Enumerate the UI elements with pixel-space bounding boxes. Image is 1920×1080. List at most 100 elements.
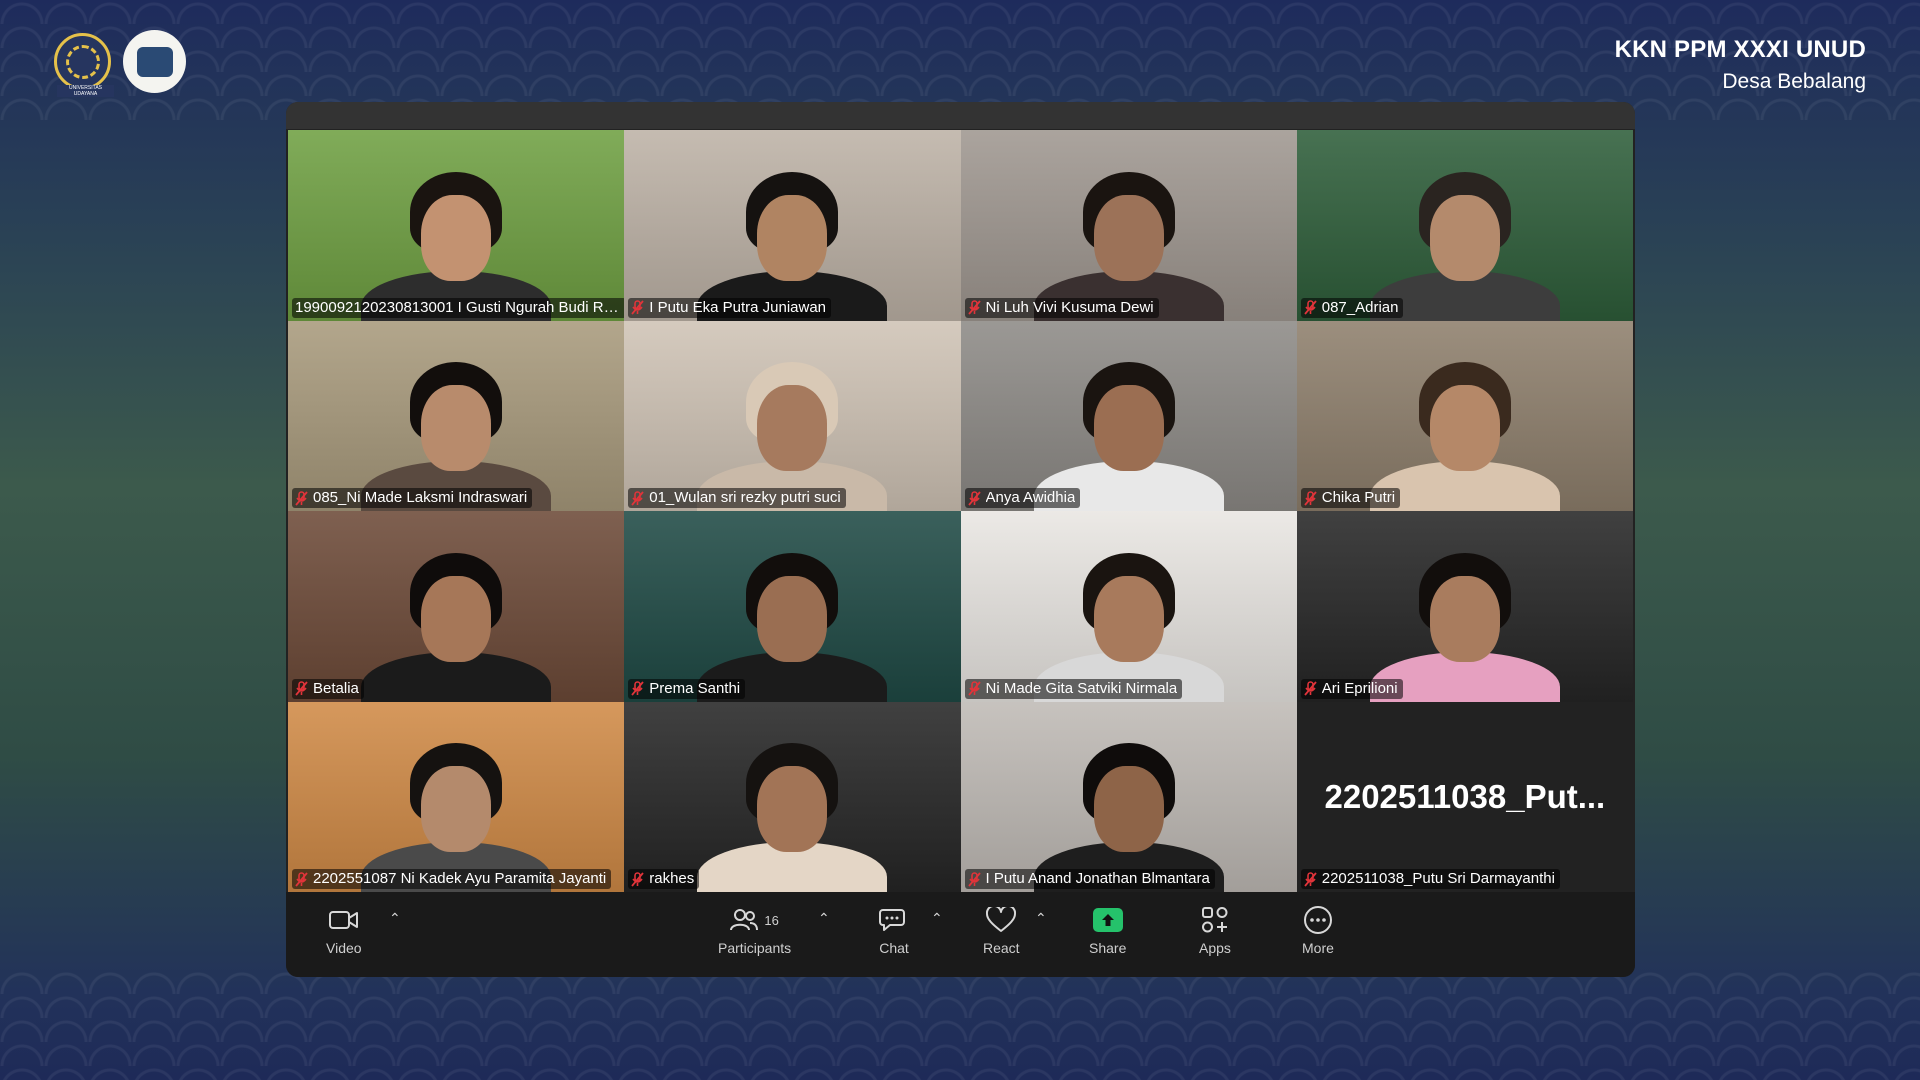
participant-name-label: 199009212023081300​1 I Gusti Ngurah Budi… xyxy=(292,297,625,318)
participant-tile[interactable]: 087_Adrian xyxy=(1296,130,1633,321)
participant-face xyxy=(1093,385,1164,472)
meeting-toolbar: Video ⌃ 16 Participants ⌃ Chat ⌃ React ⌃ xyxy=(286,892,1635,977)
apps-icon xyxy=(1201,907,1228,933)
participant-video xyxy=(1296,511,1633,702)
participant-video xyxy=(288,511,625,702)
participant-name-label: 01_Wulan sri rezky putri suci xyxy=(628,488,846,508)
react-options-chevron-up-icon[interactable]: ⌃ xyxy=(1035,910,1047,927)
participant-video xyxy=(624,130,961,321)
participant-video xyxy=(288,701,625,892)
react-button[interactable]: React xyxy=(983,902,1020,956)
participant-name-label: rakhes xyxy=(628,869,700,889)
chat-icon xyxy=(879,909,905,931)
participants-button[interactable]: 16 Participants xyxy=(718,902,791,956)
participant-tile[interactable]: rakhes xyxy=(624,701,961,892)
participant-name: 085_Ni Made Laksmi Indraswari xyxy=(313,489,528,506)
participant-name: I Putu Anand Jonathan Blmantara xyxy=(985,870,1210,887)
participant-face xyxy=(757,575,828,662)
participant-tile[interactable]: 085_Ni Made Laksmi Indraswari xyxy=(288,320,625,511)
participants-count: 16 xyxy=(764,912,779,928)
chat-button-label: Chat xyxy=(879,940,909,956)
university-logo: UNIVERSITAS UDAYANA xyxy=(54,33,114,97)
participant-tile[interactable]: Ni Made Gita Satviki Nirmala xyxy=(960,511,1297,702)
participant-face xyxy=(1429,385,1500,472)
participant-name: I Putu Eka Putra Juniawan xyxy=(649,298,827,316)
participant-face xyxy=(757,766,828,853)
participant-face xyxy=(1093,766,1164,853)
video-options-chevron-up-icon[interactable]: ⌃ xyxy=(389,910,401,927)
participant-tile[interactable]: Ni Luh Vivi Kusuma Dewi xyxy=(960,130,1297,321)
participant-face xyxy=(421,766,492,853)
video-camera-icon xyxy=(328,911,358,929)
participant-name-label: Ni Made Gita Satviki Nirmala xyxy=(964,678,1183,699)
participant-tile[interactable]: 01_Wulan sri rezky putri suci xyxy=(624,320,961,511)
muted-microphone-icon xyxy=(967,300,981,315)
window-title-bar xyxy=(286,102,1635,129)
participant-name-label: Ni Luh Vivi Kusuma Dewi xyxy=(964,297,1159,318)
participant-video xyxy=(960,130,1297,321)
muted-microphone-icon xyxy=(967,681,981,696)
participant-video xyxy=(288,130,625,321)
participant-tile[interactable]: Chika Putri xyxy=(1296,320,1633,511)
muted-microphone-icon xyxy=(631,871,644,887)
participant-name: 199009212023081300​1 I Gusti Ngurah Budi… xyxy=(295,298,622,316)
participant-tile[interactable]: I Putu Anand Jonathan Blmantara xyxy=(960,701,1297,892)
background-pattern-bottom xyxy=(0,970,1920,1080)
village-emblem-icon xyxy=(136,46,173,77)
participant-name: 2202551087 Ni Kadek Ayu Paramita Jayanti xyxy=(313,870,607,887)
participant-tile[interactable]: Ari Eprilioni xyxy=(1296,511,1633,702)
participants-icon xyxy=(730,909,759,931)
chat-button[interactable]: Chat xyxy=(879,902,909,956)
participant-name-placeholder: 2202511038_Put... xyxy=(1324,777,1606,815)
video-button[interactable]: Video xyxy=(326,902,362,956)
participant-name-label: I Putu Anand Jonathan Blmantara xyxy=(964,869,1215,889)
participant-tile[interactable]: Betalia xyxy=(288,511,625,702)
participant-tile[interactable]: 2202511038_Put... 2202511038_Putu Sri Dar… xyxy=(1296,701,1633,892)
participant-tile[interactable]: Prema Santhi xyxy=(624,511,961,702)
participant-video xyxy=(624,511,961,702)
participant-video xyxy=(624,320,961,511)
participant-name-label: 085_Ni Made Laksmi Indraswari xyxy=(292,488,533,508)
participant-tile[interactable]: I Putu Eka Putra Juniawan xyxy=(624,130,961,321)
participant-tile[interactable]: 199009212023081300​1 I Gusti Ngurah Budi… xyxy=(288,130,625,321)
muted-microphone-icon xyxy=(967,871,981,887)
muted-microphone-icon xyxy=(631,300,644,315)
participant-face xyxy=(757,194,828,281)
participant-video xyxy=(960,701,1297,892)
university-emblem-icon xyxy=(65,44,100,79)
react-button-label: React xyxy=(983,940,1020,956)
share-button[interactable]: Share xyxy=(1089,902,1126,956)
muted-microphone-icon xyxy=(1304,490,1317,506)
participant-name-label: Ari Eprilioni xyxy=(1300,678,1403,699)
participant-face xyxy=(1429,575,1500,662)
apps-button[interactable]: Apps xyxy=(1199,902,1231,956)
brand-title: KKN PPM XXXI UNUD xyxy=(1614,36,1866,63)
chat-options-chevron-up-icon[interactable]: ⌃ xyxy=(931,910,943,927)
participant-name: Betalia xyxy=(313,679,359,697)
participant-name-label: 087_Adrian xyxy=(1300,297,1404,318)
participant-face xyxy=(757,385,828,472)
muted-microphone-icon xyxy=(295,490,308,506)
participant-face xyxy=(421,194,492,281)
meeting-window: 199009212023081300​1 I Gusti Ngurah Budi… xyxy=(286,102,1635,977)
muted-microphone-icon xyxy=(967,490,981,506)
video-button-label: Video xyxy=(326,940,362,956)
participant-video: 2202511038_Put... xyxy=(1296,701,1633,892)
participant-name: Prema Santhi xyxy=(649,679,741,697)
muted-microphone-icon xyxy=(631,490,644,506)
participants-options-chevron-up-icon[interactable]: ⌃ xyxy=(818,910,830,927)
participant-tile[interactable]: 2202551087 Ni Kadek Ayu Paramita Jayanti xyxy=(288,701,625,892)
participant-name: rakhes xyxy=(649,870,695,887)
participant-name: Anya Awidhia xyxy=(985,489,1076,506)
participant-video xyxy=(960,320,1297,511)
village-logo xyxy=(123,30,186,93)
share-screen-icon xyxy=(1092,908,1123,932)
participant-video xyxy=(624,701,961,892)
brand-subtitle: Desa Bebalang xyxy=(1722,70,1866,93)
muted-microphone-icon xyxy=(631,681,644,696)
participant-face xyxy=(1093,194,1164,281)
participant-name-label: 2202511038_Putu Sri Darmayanthi xyxy=(1300,869,1560,889)
participant-tile[interactable]: Anya Awidhia xyxy=(960,320,1297,511)
participant-face xyxy=(421,385,492,472)
more-button[interactable]: More xyxy=(1302,902,1334,956)
